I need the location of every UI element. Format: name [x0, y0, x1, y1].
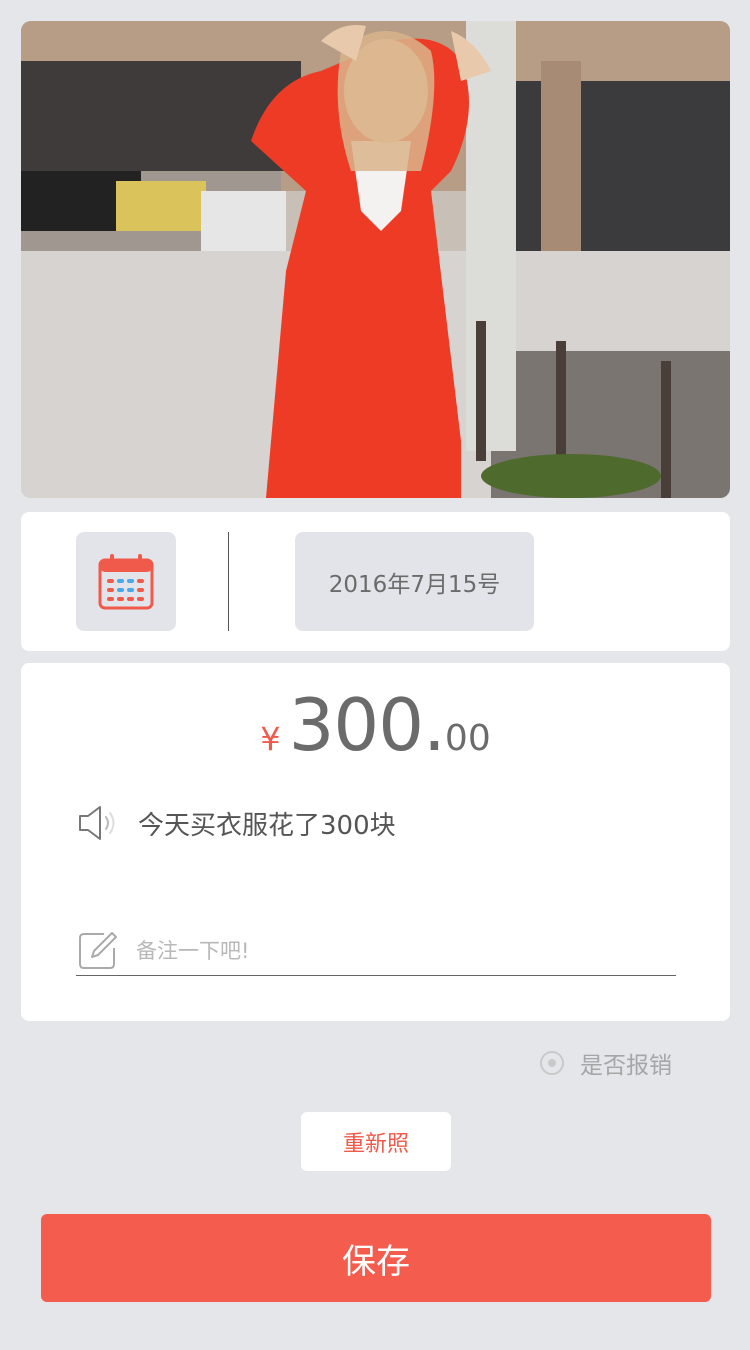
reimburse-toggle[interactable]: 是否报销 — [540, 1046, 672, 1080]
save-button[interactable]: 保存 — [41, 1214, 711, 1302]
speaker-icon[interactable] — [76, 803, 120, 843]
amount-display[interactable]: ¥300.00 — [21, 683, 730, 767]
amount-integer: 300. — [288, 683, 446, 767]
receipt-photo — [21, 21, 730, 498]
voice-transcript-row[interactable]: 今天买衣服花了300块 — [76, 801, 396, 845]
note-field[interactable] — [76, 927, 676, 976]
retake-button[interactable]: 重新照 — [301, 1112, 451, 1171]
voice-transcript-text: 今天买衣服花了300块 — [138, 810, 396, 841]
calendar-icon — [98, 553, 154, 609]
radio-icon[interactable] — [540, 1051, 564, 1075]
amount-decimal: 00 — [444, 718, 491, 759]
date-label: 2016年7月15号 — [328, 571, 501, 598]
amount-card: ¥300.00 今天买衣服花了300块 — [21, 663, 730, 1021]
divider — [228, 532, 229, 631]
photo-image — [21, 21, 730, 498]
date-card: 2016年7月15号 — [21, 512, 730, 651]
reimburse-label: 是否报销 — [580, 1053, 672, 1079]
save-button-label: 保存 — [342, 1241, 410, 1282]
currency-symbol: ¥ — [260, 720, 281, 758]
date-picker-button[interactable]: 2016年7月15号 — [295, 532, 534, 631]
note-input[interactable] — [134, 938, 638, 964]
retake-button-label: 重新照 — [342, 1131, 409, 1157]
calendar-button[interactable] — [76, 532, 176, 631]
edit-icon — [79, 932, 117, 969]
